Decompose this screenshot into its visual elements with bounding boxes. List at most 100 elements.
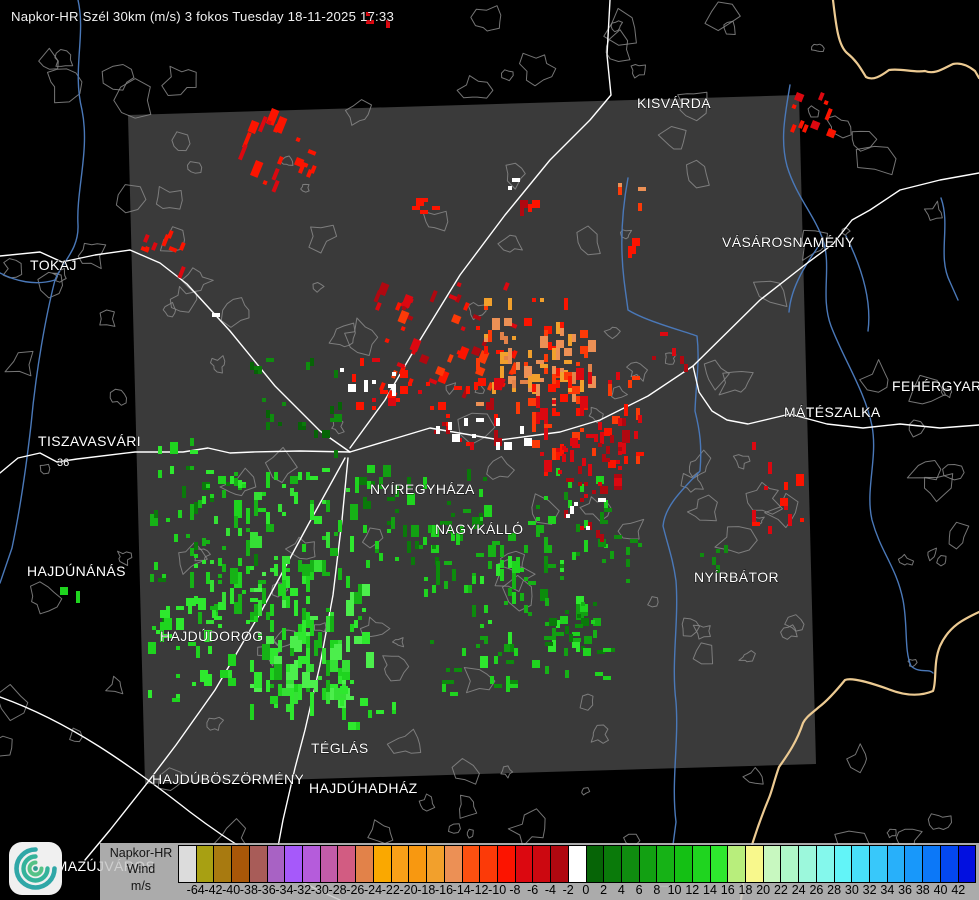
radar-echo-cell: [512, 561, 520, 573]
radar-echo-cell: [572, 552, 576, 560]
radar-echo-cell: [614, 474, 622, 478]
radar-echo-cell: [250, 566, 254, 570]
radar-echo-cell: [492, 541, 500, 545]
radar-echo-cell: [294, 644, 302, 652]
radar-echo-cell: [278, 584, 282, 596]
radar-echo-cell: [520, 208, 524, 216]
colorbar-tick-label: 42: [951, 883, 966, 897]
radar-echo-cell: [598, 443, 602, 447]
radar-echo-cell: [158, 470, 162, 478]
radar-echo-cell: [362, 608, 366, 612]
radar-echo-cell: [480, 636, 488, 640]
radar-echo-cell: [274, 664, 282, 680]
radar-echo-cell: [396, 398, 400, 402]
radar-echo-cell: [220, 670, 228, 678]
radar-echo-cell: [274, 572, 278, 576]
radar-echo-cell: [486, 402, 494, 410]
radar-echo-cell: [516, 402, 520, 414]
radar-echo-cell: [580, 380, 584, 392]
radar-echo-cell: [392, 372, 396, 376]
radar-echo-cell: [510, 660, 514, 664]
radar-echo-cell: [430, 406, 434, 410]
radar-echo-cell: [484, 298, 492, 306]
product-title: Napkor-HR Szél 30km (m/s) 3 fokos Tuesda…: [11, 9, 394, 24]
radar-echo-cell: [290, 664, 298, 680]
radar-echo-cell: [290, 476, 298, 484]
colorbar-tick-label: 24: [791, 883, 806, 897]
radar-echo-cell: [254, 492, 262, 500]
city-label: HAJDÚDOROG: [160, 628, 264, 644]
radar-echo-cell: [270, 696, 278, 704]
radar-echo-cell: [214, 516, 218, 524]
colorbar-tick-label: 6: [635, 883, 643, 897]
colorbar-tick-label: -8: [509, 883, 521, 897]
radar-echo-cell: [580, 346, 584, 354]
radar-echo-cell: [552, 366, 556, 374]
radar-echo-cell: [356, 722, 360, 730]
radar-echo-cell: [508, 186, 512, 190]
radar-echo-cell: [478, 378, 486, 386]
radar-echo-cell: [250, 704, 254, 720]
radar-echo-cell: [569, 634, 573, 642]
radar-echo-cell: [607, 676, 611, 680]
radar-echo-cell: [476, 553, 484, 557]
radar-echo-cell: [532, 660, 540, 668]
radar-echo-cell: [593, 630, 597, 638]
colorbar-tick-label: -18: [417, 883, 436, 897]
radar-echo-cell: [594, 434, 598, 442]
radar-echo-cell: [426, 382, 430, 386]
radar-echo-cell: [576, 396, 580, 404]
radar-echo-cell: [608, 380, 612, 384]
colorbar-swatch: [798, 846, 816, 882]
radar-echo-cell: [258, 600, 262, 616]
radar-echo-cell: [298, 660, 302, 668]
radar-echo-cell: [544, 496, 548, 500]
colorbar-swatch: [213, 846, 232, 882]
radar-echo-cell: [540, 336, 548, 348]
colorbar-tick-label: -12: [470, 883, 489, 897]
radar-echo-cell: [379, 553, 383, 561]
radar-echo-cell: [230, 588, 234, 604]
radar-echo-cell: [524, 577, 528, 581]
radar-echo-cell: [266, 410, 270, 418]
radar-echo-cell: [540, 378, 544, 382]
radar-echo-cell: [586, 526, 590, 530]
radar-echo-cell: [565, 626, 569, 634]
radar-echo-cell: [466, 442, 470, 446]
radar-echo-cell: [494, 414, 498, 418]
radar-echo-cell: [346, 488, 350, 492]
radar-echo-cell: [504, 356, 508, 360]
radar-echo-cell: [310, 560, 314, 572]
radar-echo-cell: [784, 482, 788, 490]
radar-echo-cell: [494, 382, 502, 390]
radar-echo-cell: [576, 524, 580, 532]
radar-echo-cell: [302, 422, 306, 426]
radar-echo-cell: [234, 516, 238, 528]
city-label: NYÍREGYHÁZA: [370, 481, 475, 497]
colorbar-tick-label: 2: [600, 883, 608, 897]
radar-echo-cell: [520, 426, 524, 434]
colorbar-swatch: [337, 846, 356, 882]
radar-echo-cell: [210, 494, 214, 498]
radar-echo-cell: [230, 476, 234, 484]
radar-echo-cell: [442, 422, 446, 426]
radar-echo-cell: [494, 656, 498, 664]
city-label: KISVÁRDA: [637, 95, 711, 111]
radar-echo-cell: [570, 450, 574, 462]
radar-echo-cell: [238, 594, 242, 606]
radar-echo-cell: [258, 536, 262, 548]
radar-echo-cell: [544, 545, 552, 553]
radar-echo-cell: [532, 424, 536, 432]
radar-echo-cell: [504, 336, 508, 344]
colorbar-legend: Napkor-HR Wind m/s: [104, 845, 178, 894]
colorbar-tick-label: -22: [381, 883, 400, 897]
colorbar-tick-label: 34: [880, 883, 895, 897]
radar-echo-cell: [566, 514, 570, 518]
radar-echo-cell: [286, 568, 290, 572]
colorbar-swatch: [656, 846, 675, 882]
radar-echo-cell: [314, 430, 318, 438]
radar-echo-cell: [266, 358, 274, 362]
radar-echo-cell: [258, 508, 266, 512]
radar-echo-cell: [598, 482, 602, 486]
radar-echo-cell: [479, 489, 483, 497]
